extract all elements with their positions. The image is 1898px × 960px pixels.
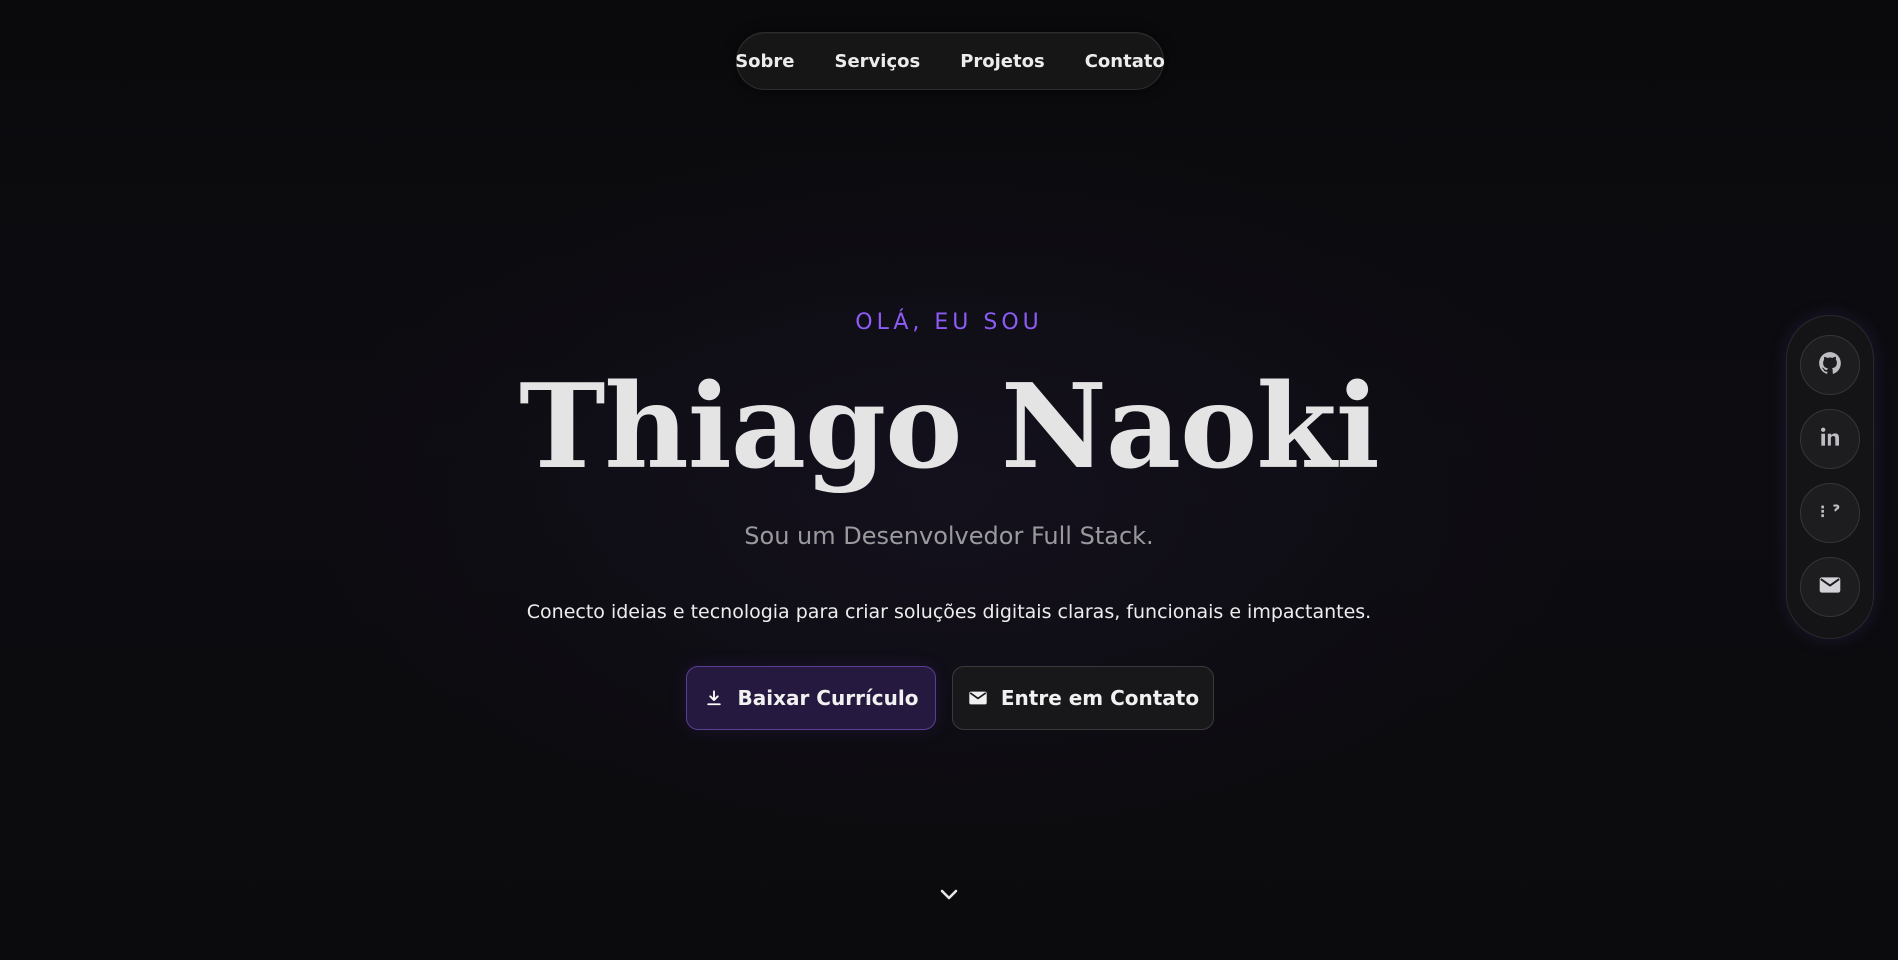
hero-description: Conecto ideias e tecnologia para criar s… bbox=[526, 601, 1372, 623]
top-navigation: Sobre Serviços Projetos Contato bbox=[735, 32, 1165, 90]
nav-item-sobre[interactable]: Sobre bbox=[717, 43, 812, 80]
github-link[interactable] bbox=[1800, 335, 1860, 395]
download-resume-label: Baixar Currículo bbox=[737, 686, 919, 710]
hero-eyebrow: OLÁ, EU SOU bbox=[855, 310, 1043, 335]
github-icon bbox=[1817, 350, 1843, 380]
nav-item-servicos[interactable]: Serviços bbox=[817, 43, 939, 80]
social-links-dock bbox=[1786, 315, 1874, 639]
linkedin-icon bbox=[1817, 424, 1843, 454]
hero-actions: Baixar Currículo Entre em Contato bbox=[686, 666, 1214, 730]
email-link[interactable] bbox=[1800, 557, 1860, 617]
chevron-down-icon[interactable] bbox=[937, 882, 961, 906]
portfolio-icon bbox=[1817, 498, 1843, 528]
nav-item-projetos[interactable]: Projetos bbox=[942, 43, 1063, 80]
download-resume-button[interactable]: Baixar Currículo bbox=[686, 666, 936, 730]
portfolio-link[interactable] bbox=[1800, 483, 1860, 543]
linkedin-link[interactable] bbox=[1800, 409, 1860, 469]
hero-name: Thiago Naoki bbox=[519, 359, 1380, 495]
mail-icon bbox=[967, 687, 989, 709]
hero-subtitle: Sou um Desenvolvedor Full Stack. bbox=[744, 522, 1154, 550]
email-icon bbox=[1817, 572, 1843, 602]
nav-item-contato[interactable]: Contato bbox=[1067, 43, 1183, 80]
download-icon bbox=[703, 687, 725, 709]
contact-button[interactable]: Entre em Contato bbox=[952, 666, 1214, 730]
contact-label: Entre em Contato bbox=[1000, 686, 1200, 710]
